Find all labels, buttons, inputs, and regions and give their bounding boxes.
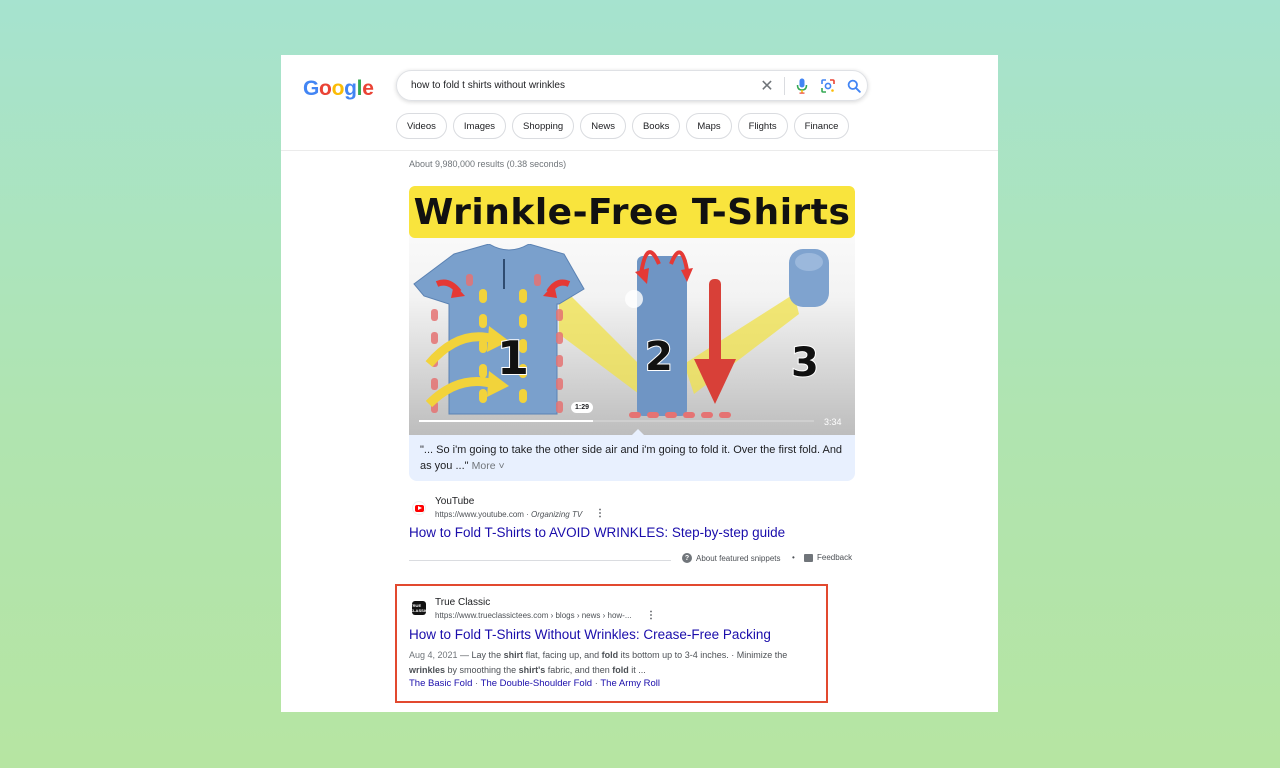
- video-banner-text: Wrinkle-Free T-Shirts: [413, 191, 851, 233]
- tab-flights[interactable]: Flights: [737, 113, 788, 139]
- logo-letter: o: [331, 77, 345, 100]
- logo-letter: g: [344, 77, 357, 100]
- search-input[interactable]: how to fold t shirts without wrinkles: [411, 80, 754, 91]
- video-thumbnail-banner: Wrinkle-Free T-Shirts: [409, 186, 855, 238]
- search-divider: [784, 76, 785, 95]
- chevron-down-icon: ˅: [495, 459, 505, 472]
- video-transcript-snippet: "... So i'm going to take the other side…: [409, 435, 855, 481]
- more-button[interactable]: More ˅: [472, 460, 505, 472]
- tab-finance[interactable]: Finance: [793, 113, 850, 139]
- more-label: More: [471, 459, 496, 472]
- result1-more-options-icon[interactable]: ⋮: [595, 508, 605, 519]
- true-classic-favicon-icon: TRUE CLASSIC: [410, 601, 428, 615]
- tab-images[interactable]: Images: [452, 113, 507, 139]
- logo-letter: G: [303, 77, 320, 100]
- search-box[interactable]: how to fold t shirts without wrinkles ✕: [396, 70, 868, 101]
- about-featured-snippets-link[interactable]: ? About featured snippets: [682, 553, 781, 563]
- footer-bullet: •: [792, 553, 795, 562]
- microphone-icon[interactable]: [789, 73, 815, 99]
- feedback-link[interactable]: Feedback: [804, 553, 852, 562]
- logo-letter: o: [319, 77, 332, 100]
- step-label-2: 2: [645, 334, 673, 380]
- search-icon[interactable]: [841, 73, 867, 99]
- result1-title-link[interactable]: How to Fold T-Shirts to AVOID WRINKLES: …: [409, 525, 785, 540]
- result2-site-name: True Classic: [435, 597, 491, 608]
- description-text: — Lay the: [457, 650, 504, 660]
- video-thumbnail-illustration: 1 2 3: [413, 244, 829, 418]
- description-keyword: shirt: [503, 650, 524, 660]
- tab-books[interactable]: Books: [631, 113, 681, 139]
- result2-title-link[interactable]: How to Fold T-Shirts Without Wrinkles: C…: [409, 627, 771, 642]
- feedback-icon: [804, 553, 813, 562]
- description-text: it ...: [628, 665, 646, 675]
- sitelink-army-roll[interactable]: The Army Roll: [600, 678, 660, 689]
- video-current-time: 1:29: [571, 402, 594, 413]
- step-label-1: 1: [497, 331, 529, 385]
- clear-icon[interactable]: ✕: [754, 73, 780, 99]
- footer-divider: [409, 560, 671, 561]
- description-keyword: fold: [612, 665, 629, 675]
- tab-news[interactable]: News: [580, 113, 626, 139]
- video-duration: 3:34: [824, 417, 842, 427]
- result2-url: https://www.trueclassictees.com › blogs …: [435, 611, 632, 620]
- logo-letter: e: [362, 77, 374, 100]
- search-filter-tabs: Videos Images Shopping News Books Maps F…: [396, 113, 850, 139]
- description-text: flat, facing up, and: [523, 650, 602, 660]
- tab-maps[interactable]: Maps: [686, 113, 732, 139]
- header-divider: [281, 150, 998, 151]
- result1-site-name: YouTube: [435, 496, 475, 507]
- search-results-page: Google how to fold t shirts without wrin…: [281, 55, 998, 712]
- result-stats: About 9,980,000 results (0.38 seconds): [409, 159, 567, 169]
- tab-videos[interactable]: Videos: [396, 113, 447, 139]
- result2-more-options-icon[interactable]: ⋮: [646, 610, 656, 621]
- description-keyword: fold: [601, 650, 619, 660]
- video-progress-played: [419, 420, 593, 422]
- description-keyword: shirt's: [518, 665, 546, 675]
- help-icon: ?: [682, 553, 692, 563]
- featured-snippet-footer: ? About featured snippets • Feedback: [409, 553, 855, 567]
- youtube-favicon-icon: [412, 501, 426, 515]
- tab-shopping[interactable]: Shopping: [512, 113, 575, 139]
- description-text: its bottom up to 3-4 inches. · Minimize …: [618, 650, 788, 660]
- result1-url: https://www.youtube.com · Organizing TV: [435, 510, 583, 519]
- result2-description: Aug 4, 2021 — Lay the shirt flat, facing…: [409, 648, 819, 678]
- result2-sitelinks: The Basic Fold · The Double-Shoulder Fol…: [409, 678, 660, 689]
- google-logo[interactable]: Google: [303, 77, 374, 101]
- description-text: by smoothing the: [445, 665, 519, 675]
- sitelink-basic-fold[interactable]: The Basic Fold: [409, 678, 472, 689]
- about-featured-label: About featured snippets: [696, 553, 781, 563]
- featured-video-player[interactable]: Wrinkle-Free T-Shirts 1 2 3 1:29 3:34: [409, 184, 855, 435]
- feedback-label: Feedback: [817, 553, 853, 562]
- description-text: fabric, and then: [545, 665, 613, 675]
- lens-camera-icon[interactable]: [815, 73, 841, 99]
- description-keyword: wrinkles: [409, 665, 446, 675]
- sitelink-double-shoulder-fold[interactable]: The Double-Shoulder Fold: [481, 678, 592, 689]
- step-label-3: 3: [791, 340, 819, 386]
- video-progress-bar[interactable]: [419, 420, 814, 422]
- result2-date: Aug 4, 2021: [409, 650, 458, 660]
